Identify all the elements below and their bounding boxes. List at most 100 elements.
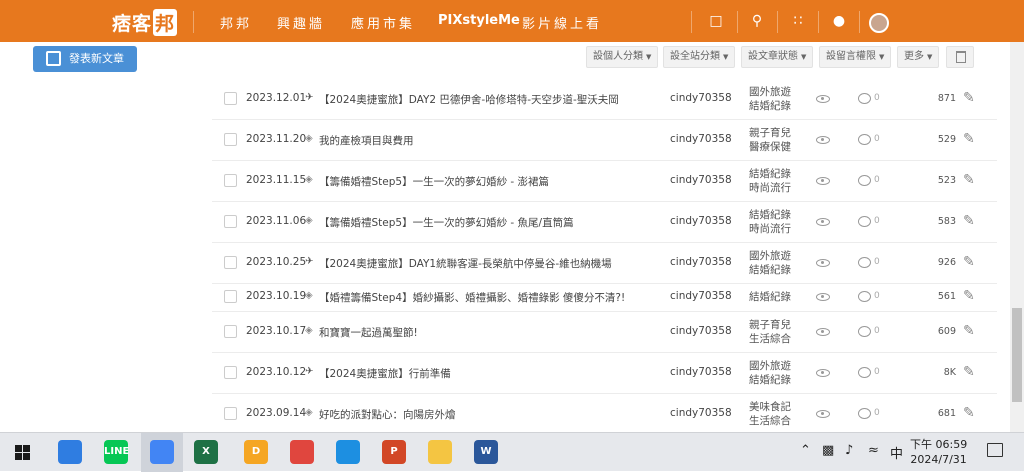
post-title-link[interactable]: 和寶寶一起過萬聖節! bbox=[319, 325, 418, 340]
nav-link-bangbang[interactable]: 邦邦 bbox=[220, 13, 252, 32]
post-title-link[interactable]: 【2024奧捷蜜旅】行前準備 bbox=[319, 366, 451, 381]
row-checkbox[interactable] bbox=[224, 174, 237, 187]
table-row[interactable]: 2023.10.25 ✈ 【2024奧捷蜜旅】DAY1統聯客運-長榮航中停曼谷-維也… bbox=[212, 242, 997, 284]
dict-app-icon[interactable]: D bbox=[244, 440, 268, 464]
edit-pencil-icon[interactable]: ✎ bbox=[963, 323, 975, 339]
system-clock[interactable]: 下午 06:59 2024/7/31 bbox=[910, 437, 967, 467]
avatar[interactable] bbox=[869, 13, 889, 33]
article-status-dropdown[interactable]: 設文章狀態 ▼ bbox=[741, 46, 814, 68]
edit-pencil-icon[interactable]: ✎ bbox=[963, 405, 975, 421]
comment-icon[interactable] bbox=[858, 367, 871, 378]
nav-link-pixstyleme[interactable]: PIXstyleMe bbox=[438, 13, 520, 28]
chevron-up-icon[interactable]: ⌃ bbox=[800, 443, 811, 458]
table-row[interactable]: 2023.10.12 ✈ 【2024奧捷蜜旅】行前準備 cindy70358 國外旅遊結… bbox=[212, 352, 997, 394]
comment-icon[interactable] bbox=[858, 93, 871, 104]
post-title-link[interactable]: 【2024奧捷蜜旅】DAY1統聯客運-長榮航中停曼谷-維也納機場 bbox=[319, 256, 612, 271]
table-row[interactable]: 2023.12.01 ✈ 【2024奧捷蜜旅】DAY2 巴德伊舍-哈修塔特-天空步道… bbox=[212, 78, 997, 120]
excel-app-icon[interactable]: X bbox=[194, 440, 218, 464]
edit-pencil-icon[interactable]: ✎ bbox=[963, 90, 975, 106]
post-title-link[interactable]: 【2024奧捷蜜旅】DAY2 巴德伊舍-哈修塔特-天空步道-聖沃夫岡 bbox=[319, 92, 619, 107]
windows-start-icon[interactable] bbox=[15, 445, 30, 460]
powerpoint-app-icon[interactable]: P bbox=[382, 440, 406, 464]
post-author[interactable]: cindy70358 bbox=[670, 174, 732, 186]
post-author[interactable]: cindy70358 bbox=[670, 407, 732, 419]
post-author[interactable]: cindy70358 bbox=[670, 366, 732, 378]
row-checkbox[interactable] bbox=[224, 256, 237, 269]
post-author[interactable]: cindy70358 bbox=[670, 325, 732, 337]
post-title-link[interactable]: 【婚禮籌備Step4】婚紗攝影、婚禮攝影、婚禮錄影 傻傻分不清?! bbox=[319, 290, 625, 305]
edit-pencil-icon[interactable]: ✎ bbox=[963, 131, 975, 147]
eye-icon[interactable] bbox=[816, 218, 830, 226]
more-dropdown[interactable]: 更多 ▼ bbox=[897, 46, 940, 68]
edit-pencil-icon[interactable]: ✎ bbox=[963, 288, 975, 304]
table-row[interactable]: 2023.10.17 ◈ 和寶寶一起過萬聖節! cindy70358 親子育兒 生活綜合 0… bbox=[212, 311, 997, 353]
comment-icon[interactable] bbox=[858, 408, 871, 419]
edit-pencil-icon[interactable]: ✎ bbox=[963, 364, 975, 380]
line-app-icon[interactable]: LINE bbox=[104, 440, 129, 464]
comment-icon[interactable] bbox=[858, 175, 871, 186]
apps-grid-icon[interactable]: ∷ bbox=[787, 10, 809, 32]
comment-permission-dropdown[interactable]: 設留言權限 ▼ bbox=[819, 46, 892, 68]
bell-icon[interactable]: ● bbox=[828, 10, 850, 32]
eye-icon[interactable] bbox=[816, 177, 830, 185]
table-row[interactable]: 2023.11.15 ◈ 【籌備婚禮Step5】一生一次的夢幻婚紗 - 澎裙篇 cin… bbox=[212, 160, 997, 202]
new-post-button[interactable]: 發表新文章 bbox=[33, 46, 137, 72]
bookmark-icon[interactable]: □ bbox=[705, 10, 727, 32]
edit-pencil-icon[interactable]: ✎ bbox=[963, 254, 975, 270]
eye-icon[interactable] bbox=[816, 259, 830, 267]
app-red-icon[interactable] bbox=[290, 440, 314, 464]
eye-icon[interactable] bbox=[816, 95, 830, 103]
row-checkbox[interactable] bbox=[224, 133, 237, 146]
row-checkbox[interactable] bbox=[224, 290, 237, 303]
post-author[interactable]: cindy70358 bbox=[670, 215, 732, 227]
comment-icon[interactable] bbox=[858, 291, 871, 302]
comment-icon[interactable] bbox=[858, 257, 871, 268]
table-row[interactable]: 2023.11.20 ◈ 我的產檢項目與費用 cindy70358 親子育兒 醫療保健 0 5… bbox=[212, 119, 997, 161]
comment-icon[interactable] bbox=[858, 134, 871, 145]
edit-pencil-icon[interactable]: ✎ bbox=[963, 213, 975, 229]
eye-icon[interactable] bbox=[816, 369, 830, 377]
table-row[interactable]: 2023.11.06 ◈ 【籌備婚禮Step5】一生一次的夢幻婚紗 - 魚尾/直筒篇… bbox=[212, 201, 997, 243]
nav-link-interests[interactable]: 興趣牆 bbox=[277, 13, 325, 32]
eye-icon[interactable] bbox=[816, 136, 830, 144]
wifi-icon[interactable]: ≈ bbox=[868, 443, 879, 458]
delete-button[interactable] bbox=[946, 46, 974, 68]
edge-app-icon[interactable] bbox=[336, 440, 360, 464]
table-row[interactable]: 2023.10.19 ◈ 【婚禮籌備Step4】婚紗攝影、婚禮攝影、婚禮錄影 傻傻分… bbox=[212, 283, 997, 312]
comment-icon[interactable] bbox=[858, 326, 871, 337]
row-checkbox[interactable] bbox=[224, 407, 237, 420]
edit-pencil-icon[interactable]: ✎ bbox=[963, 172, 975, 188]
ime-indicator[interactable]: 中 bbox=[890, 443, 903, 462]
eye-icon[interactable] bbox=[816, 410, 830, 418]
nav-link-videos[interactable]: 影片線上看 bbox=[522, 13, 602, 32]
scrollbar[interactable] bbox=[1010, 42, 1024, 432]
word-app-icon[interactable]: W bbox=[474, 440, 498, 464]
row-checkbox[interactable] bbox=[224, 366, 237, 379]
post-title-link[interactable]: 【籌備婚禮Step5】一生一次的夢幻婚紗 - 澎裙篇 bbox=[319, 174, 549, 189]
site-category-dropdown[interactable]: 設全站分類 ▼ bbox=[663, 46, 736, 68]
pixnet-logo[interactable]: 痞客邦 bbox=[112, 9, 178, 36]
post-title-link[interactable]: 好吃的派對點心：向陽房外燴 bbox=[319, 407, 456, 422]
personal-category-dropdown[interactable]: 設個人分類 ▼ bbox=[586, 46, 659, 68]
chrome-app-icon[interactable] bbox=[150, 440, 174, 464]
table-row[interactable]: 2023.09.14 ◈ 好吃的派對點心：向陽房外燴 cindy70358 美味食記 生活… bbox=[212, 393, 997, 435]
post-author[interactable]: cindy70358 bbox=[670, 256, 732, 268]
post-author[interactable]: cindy70358 bbox=[670, 92, 732, 104]
eye-icon[interactable] bbox=[816, 328, 830, 336]
nav-link-app-market[interactable]: 應用市集 bbox=[351, 13, 415, 32]
mail-app-icon[interactable] bbox=[58, 440, 82, 464]
volume-icon[interactable]: ♪ bbox=[845, 443, 853, 458]
row-checkbox[interactable] bbox=[224, 92, 237, 105]
post-title-link[interactable]: 【籌備婚禮Step5】一生一次的夢幻婚紗 - 魚尾/直筒篇 bbox=[319, 215, 574, 230]
comment-icon[interactable] bbox=[858, 216, 871, 227]
device-icon[interactable]: ▩ bbox=[822, 443, 834, 458]
row-checkbox[interactable] bbox=[224, 325, 237, 338]
explorer-app-icon[interactable] bbox=[428, 440, 452, 464]
notification-icon[interactable] bbox=[987, 443, 1003, 457]
post-author[interactable]: cindy70358 bbox=[670, 133, 732, 145]
post-author[interactable]: cindy70358 bbox=[670, 290, 732, 302]
row-checkbox[interactable] bbox=[224, 215, 237, 228]
search-icon[interactable]: ⚲ bbox=[746, 10, 768, 32]
eye-icon[interactable] bbox=[816, 293, 830, 301]
scrollbar-thumb[interactable] bbox=[1012, 308, 1022, 402]
